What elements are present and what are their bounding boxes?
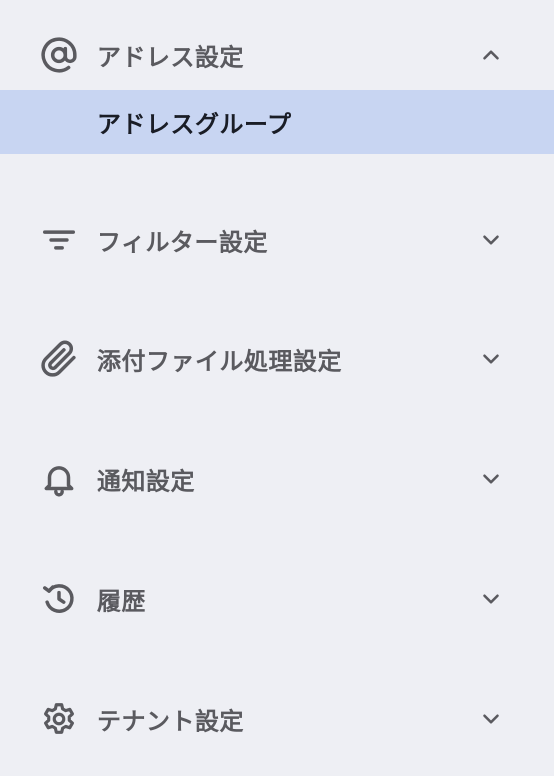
menu-section-label: 履歴 <box>97 587 146 616</box>
menu-section-label: 添付ファイル処理設定 <box>97 347 342 376</box>
chevron-down-icon[interactable] <box>478 706 504 732</box>
settings-side-menu: アドレス設定 アドレスグループ フィルター設定 添付ファイル処理設定 通知設定 … <box>0 0 554 776</box>
menu-section-tenant[interactable]: テナント設定 <box>0 689 554 749</box>
bell-icon <box>40 460 78 498</box>
menu-item-label: アドレスグループ <box>97 110 292 139</box>
chevron-down-icon[interactable] <box>478 227 504 253</box>
menu-item-address-group[interactable]: アドレスグループ <box>0 90 554 154</box>
menu-section-history[interactable]: 履歴 <box>0 569 554 629</box>
menu-section-attachment[interactable]: 添付ファイル処理設定 <box>0 329 554 389</box>
chevron-down-icon[interactable] <box>478 586 504 612</box>
gear-icon <box>40 700 78 738</box>
menu-section-filter[interactable]: フィルター設定 <box>0 210 554 270</box>
menu-section-label: アドレス設定 <box>97 43 244 72</box>
menu-section-notification[interactable]: 通知設定 <box>0 449 554 509</box>
menu-section-label: フィルター設定 <box>97 228 269 257</box>
menu-section-label: テナント設定 <box>97 707 244 736</box>
menu-section-address[interactable]: アドレス設定 <box>0 25 554 85</box>
chevron-down-icon[interactable] <box>478 346 504 372</box>
chevron-down-icon[interactable] <box>478 466 504 492</box>
history-clock-icon <box>40 580 78 618</box>
paperclip-icon <box>40 340 78 378</box>
chevron-up-icon[interactable] <box>478 42 504 68</box>
menu-section-label: 通知設定 <box>97 467 195 496</box>
filter-lines-icon <box>40 221 78 259</box>
at-sign-icon <box>40 36 78 74</box>
